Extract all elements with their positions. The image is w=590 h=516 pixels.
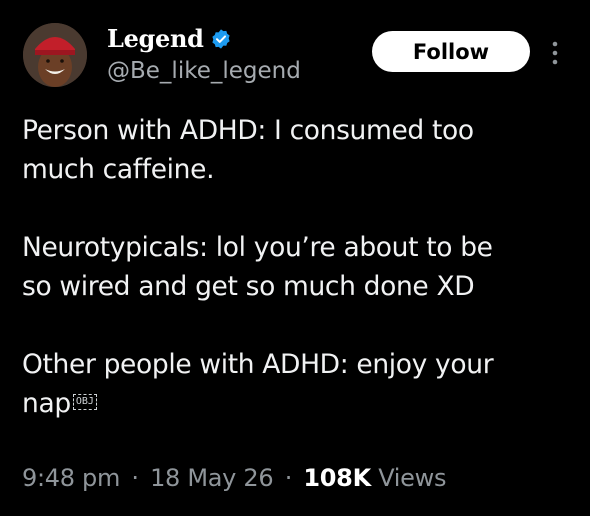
avatar-photo xyxy=(23,23,87,87)
tweet-paragraph: Neurotypicals: lol you’re about to be so… xyxy=(22,228,582,306)
meta-separator: · xyxy=(131,464,139,492)
tweet-text: Person with ADHD: I consumed too much ca… xyxy=(22,111,582,423)
author-handle[interactable]: @Be_like_legend xyxy=(107,58,301,84)
tweet-date[interactable]: 18 May 26 xyxy=(150,464,274,492)
views-count[interactable]: 108K xyxy=(303,464,371,492)
tweet-paragraph: Person with ADHD: I consumed too much ca… xyxy=(22,111,582,189)
meta-separator: · xyxy=(284,464,293,492)
views-label: Views xyxy=(378,464,447,492)
more-vertical-icon[interactable] xyxy=(550,40,560,66)
author-display-name[interactable]: Legend xyxy=(107,24,204,53)
tweet-line: nap xyxy=(22,388,71,419)
author-name-row[interactable]: Legend xyxy=(107,24,232,53)
tweet-paragraph: Other people with ADHD: enjoy your nap OB… xyxy=(22,345,582,423)
tweet-time[interactable]: 9:48 pm xyxy=(22,464,120,492)
tweet-line: so wired and get so much done XD xyxy=(22,271,475,302)
avatar[interactable] xyxy=(23,23,87,87)
tweet-line: Other people with ADHD: enjoy your xyxy=(22,349,494,380)
verified-badge-icon xyxy=(212,28,230,49)
tweet-line: Person with ADHD: I consumed too xyxy=(22,115,474,146)
tweet-meta: 9:48 pm · 18 May 26 · 108K Views xyxy=(22,464,446,492)
tweet-line: Neurotypicals: lol you’re about to be xyxy=(22,232,493,263)
follow-button[interactable]: Follow xyxy=(372,31,530,72)
object-replacement-glyph: OBJ xyxy=(72,393,97,410)
tweet-line: much caffeine. xyxy=(22,154,215,185)
